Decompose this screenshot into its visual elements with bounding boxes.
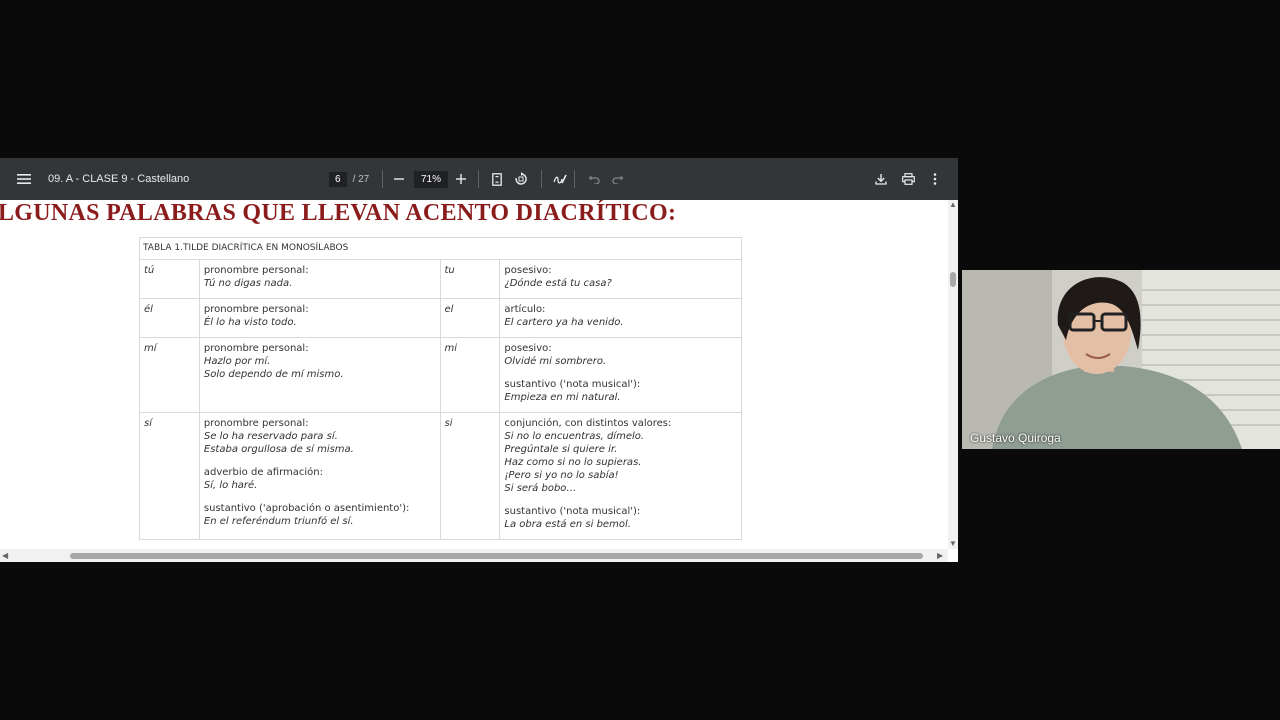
example-sentence: Olvidé mi sombrero. (504, 356, 607, 367)
definition-label: pronombre personal: (203, 418, 309, 429)
scroll-down-icon[interactable]: ▼ (949, 539, 957, 549)
example-sentence: Si será bobo… (504, 483, 577, 494)
definition-label: sustantivo ('nota musical'): (504, 379, 641, 390)
horizontal-scrollbar[interactable]: ◀ ▶ (0, 549, 948, 562)
vertical-scroll-thumb[interactable] (950, 272, 956, 287)
definition-cell: artículo: El cartero ya ha venido. (499, 298, 742, 338)
example-sentence: Haz como si no lo supieras. (504, 457, 642, 468)
example-sentence: Estaba orgullosa de sí misma. (203, 444, 354, 455)
word-cell: tu (439, 259, 501, 299)
word-cell: tú (139, 259, 200, 299)
diacritic-table: TABLA 1.TILDE DIACRÍTICA EN MONOSÍLABOS … (139, 237, 742, 540)
vertical-scrollbar[interactable]: ▲ ▼ (948, 200, 958, 549)
table-row: mí pronombre personal: Hazlo por mí. Solo d… (139, 337, 742, 413)
redo-icon[interactable] (607, 168, 629, 190)
definition-label: posesivo: (504, 265, 552, 276)
example-sentence: Tú no digas nada. (203, 278, 293, 289)
definition-cell: posesivo: Olvidé mi sombrero. sustantivo (… (499, 337, 742, 413)
definition-cell: pronombre personal: Él lo ha visto todo. (198, 298, 441, 338)
menu-icon[interactable] (13, 168, 35, 190)
example-sentence: Hazlo por mí. (203, 356, 271, 367)
undo-icon[interactable] (583, 168, 605, 190)
word-cell: mí (139, 337, 200, 413)
scroll-up-icon[interactable]: ▲ (949, 200, 957, 210)
participant-name: Gustavo Quiroga (970, 431, 1061, 445)
definition-label: sustantivo ('aprobación o asentimiento')… (203, 503, 410, 514)
example-sentence: En el referéndum triunfó el sí. (203, 516, 354, 527)
example-sentence: ¡Pero si yo no lo sabía! (504, 470, 619, 481)
word-cell: mi (439, 337, 501, 413)
minus-icon[interactable] (388, 168, 410, 190)
scroll-left-icon[interactable]: ◀ (2, 551, 8, 561)
participant-video-feed (962, 270, 1280, 449)
scroll-right-icon[interactable]: ▶ (937, 551, 943, 561)
plus-icon[interactable] (450, 168, 472, 190)
example-sentence: Él lo ha visto todo. (203, 317, 297, 328)
word-cell: él (139, 298, 200, 338)
pdf-viewer: 09. A - CLASE 9 - Castellano 6 / 27 71% (0, 158, 958, 562)
table-row: tú pronombre personal: Tú no digas nada. tu… (139, 259, 742, 299)
example-sentence: El cartero ya ha venido. (504, 317, 624, 328)
word-cell: sí (139, 412, 200, 540)
word-cell: si (439, 412, 501, 540)
example-sentence: La obra está en si bemol. (504, 519, 631, 530)
zoom-input[interactable]: 71% (414, 170, 449, 188)
definition-label: pronombre personal: (203, 343, 309, 354)
page-number-input[interactable]: 6 (329, 171, 347, 187)
table-row: sí pronombre personal: Se lo ha reservado … (139, 412, 742, 540)
fit-page-icon[interactable] (486, 168, 508, 190)
table-caption: TABLA 1.TILDE DIACRÍTICA EN MONOSÍLABOS (139, 237, 742, 260)
definition-cell: pronombre personal: Se lo ha reservado pa… (198, 412, 441, 540)
example-sentence: Solo dependo de mí mismo. (203, 369, 344, 380)
definition-label: pronombre personal: (203, 265, 309, 276)
rotate-icon[interactable] (510, 168, 532, 190)
definition-cell: pronombre personal: Hazlo por mí. Solo dep… (198, 337, 441, 413)
page-heading: LGUNAS PALABRAS QUE LLEVAN ACENTO DIACRÍ… (0, 200, 677, 226)
example-sentence: Se lo ha reservado para sí. (203, 431, 338, 442)
download-icon[interactable] (870, 168, 892, 190)
more-icon[interactable] (924, 168, 946, 190)
definition-label: conjunción, con distintos valores: (504, 418, 672, 429)
horizontal-scroll-thumb[interactable] (70, 553, 923, 559)
table-row: él pronombre personal: Él lo ha visto todo… (139, 298, 742, 338)
example-sentence: ¿Dónde está tu casa? (504, 278, 612, 289)
definition-label: posesivo: (504, 343, 552, 354)
annotate-icon[interactable] (549, 168, 571, 190)
definition-cell: pronombre personal: Tú no digas nada. (198, 259, 441, 299)
definition-label: pronombre personal: (203, 304, 309, 315)
document-title: 09. A - CLASE 9 - Castellano (48, 173, 190, 185)
word-cell: el (439, 298, 501, 338)
print-icon[interactable] (897, 168, 919, 190)
example-sentence: Sí, lo haré. (203, 480, 258, 491)
definition-cell: conjunción, con distintos valores: Si no … (499, 412, 742, 540)
example-sentence: Pregúntale si quiere ir. (504, 444, 618, 455)
page-total: / 27 (352, 173, 370, 185)
definition-label: sustantivo ('nota musical'): (504, 506, 641, 517)
definition-label: artículo: (504, 304, 546, 315)
pdf-page: LGUNAS PALABRAS QUE LLEVAN ACENTO DIACRÍ… (0, 200, 948, 549)
definition-label: adverbio de afirmación: (203, 467, 323, 478)
definition-cell: posesivo: ¿Dónde está tu casa? (499, 259, 742, 299)
example-sentence: Si no lo encuentras, dímelo. (504, 431, 645, 442)
participant-video: Gustavo Quiroga (962, 270, 1280, 449)
pdf-toolbar: 09. A - CLASE 9 - Castellano 6 / 27 71% (0, 158, 958, 200)
example-sentence: Empieza en mi natural. (504, 392, 621, 403)
